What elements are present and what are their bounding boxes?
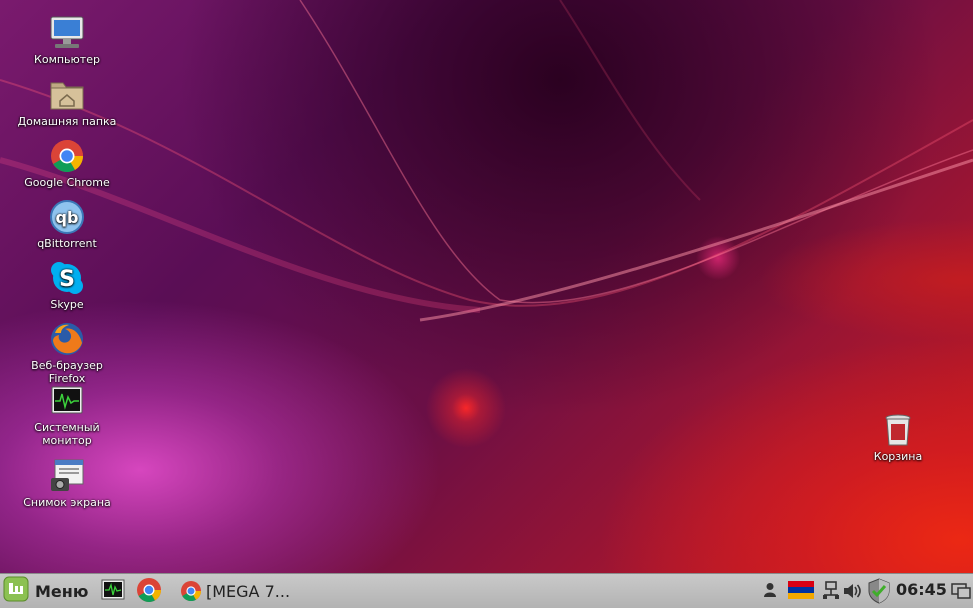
bottom-panel: Меню [MEGA 7... 06:45 [0, 573, 973, 608]
keyboard-layout-flag-icon[interactable] [788, 581, 814, 603]
desktop-icon-home-folder[interactable]: Домашняя папка [12, 77, 122, 128]
volume-icon[interactable] [843, 582, 863, 604]
menu-label: Меню [35, 581, 89, 601]
desktop-icon-label: Skype [50, 298, 84, 311]
desktop-icon-skype[interactable]: S Skype [12, 260, 122, 311]
desktop-icon-qbittorrent[interactable]: qb qBittorrent [12, 199, 122, 250]
desktop-icon-label: Домашняя папка [17, 115, 117, 128]
computer-icon [49, 15, 85, 51]
linux-mint-logo-icon [3, 576, 29, 606]
desktop-icon-label: Веб-браузер Firefox [31, 359, 103, 385]
menu-button[interactable]: Меню [3, 576, 89, 606]
desktop-icon-label: Корзина [873, 450, 923, 463]
svg-text:qb: qb [56, 208, 79, 227]
desktop-icon-system-monitor[interactable]: Системный монитор [12, 383, 122, 447]
trash-icon [880, 412, 916, 448]
shield-update-icon[interactable] [868, 578, 890, 608]
desktop-wallpaper [0, 0, 973, 573]
desktop-icon-label: qBittorrent [37, 237, 97, 250]
screenshot-icon [49, 458, 85, 494]
clock[interactable]: 06:45 [896, 580, 947, 599]
wallpaper-waves [0, 0, 973, 322]
taskbar-window-chrome[interactable]: [MEGA 7... [180, 577, 290, 605]
network-icon[interactable] [822, 581, 840, 605]
desktop-icon-trash[interactable]: Корзина [843, 412, 953, 463]
qbittorrent-icon: qb [49, 199, 85, 235]
desktop-icon-screenshot[interactable]: Снимок экрана [12, 458, 122, 509]
desktop-icon-label-line2: монитор [42, 434, 92, 447]
taskbar-window-label: [MEGA 7... [206, 581, 291, 601]
home-folder-icon [49, 77, 85, 113]
desktop-icon-label: Компьютер [34, 53, 100, 66]
chrome-icon [49, 138, 85, 174]
chrome-launcher-icon[interactable] [136, 577, 162, 607]
show-desktop-icon[interactable] [951, 583, 971, 603]
desktop-icon-google-chrome[interactable]: Google Chrome [12, 138, 122, 189]
user-icon[interactable] [763, 582, 777, 602]
desktop-icon-label: Снимок экрана [23, 496, 111, 509]
system-monitor-icon [49, 383, 85, 419]
desktop-icon-label-line1: Системный [34, 421, 100, 434]
chrome-icon [180, 580, 202, 602]
firefox-icon [49, 321, 85, 357]
desktop-icon-computer[interactable]: Компьютер [12, 15, 122, 66]
svg-text:S: S [59, 267, 75, 292]
desktop-icon-firefox[interactable]: Веб-браузер Firefox [12, 321, 122, 385]
system-monitor-launcher-icon[interactable] [101, 578, 125, 606]
skype-icon: S [49, 260, 85, 296]
desktop-icon-label: Google Chrome [24, 176, 110, 189]
